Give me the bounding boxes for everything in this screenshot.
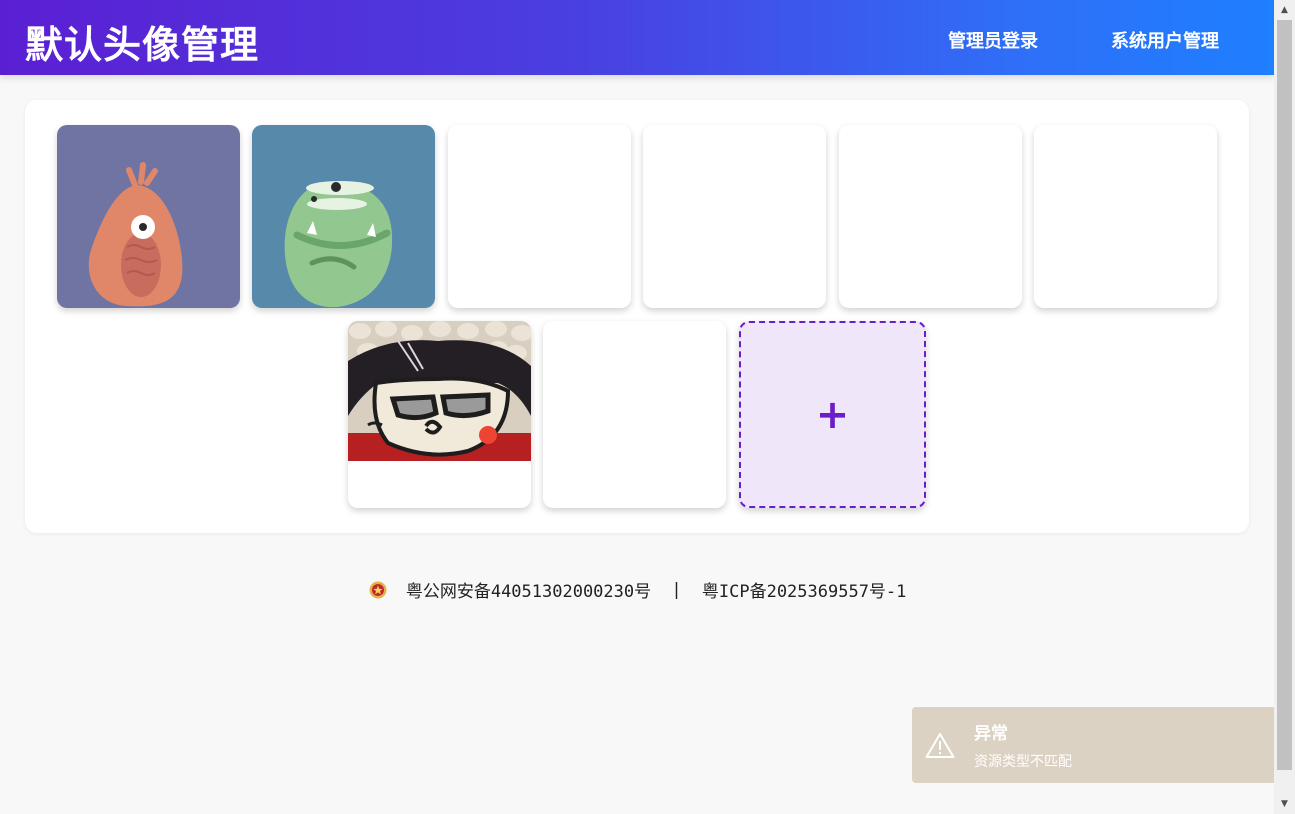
add-avatar-button[interactable]: +	[739, 321, 926, 508]
avatar-tile-5[interactable]	[839, 125, 1022, 308]
avatar-grid-card: +	[25, 100, 1249, 533]
error-toast[interactable]: 异常 资源类型不匹配	[912, 707, 1274, 783]
avatar-tile-8[interactable]	[543, 321, 726, 508]
nav-admin-login[interactable]: 管理员登录	[948, 27, 1038, 53]
toast-message: 资源类型不匹配	[974, 754, 1072, 770]
cartoon-face-avatar	[348, 321, 531, 461]
viewport: 默认头像管理 管理员登录 系统用户管理 + 粤公网安备4405130200023…	[0, 0, 1274, 814]
vertical-scrollbar[interactable]: ▲ ▼	[1274, 0, 1295, 814]
nav-system-user-management[interactable]: 系统用户管理	[1111, 27, 1219, 53]
police-badge-icon	[369, 581, 387, 598]
page-title: 默认头像管理	[25, 23, 260, 67]
avatar-tile-2[interactable]	[252, 125, 435, 308]
warning-triangle-icon	[925, 733, 955, 758]
icp-record-link[interactable]: 粤ICP备2025369557号-1	[702, 582, 907, 602]
avatar-tile-1[interactable]	[57, 125, 240, 308]
scroll-down-arrow-icon[interactable]: ▼	[1274, 794, 1295, 814]
police-record-link[interactable]: 粤公网安备44051302000230号	[406, 582, 651, 602]
green-monster-avatar	[252, 125, 435, 308]
avatar-tile-7[interactable]	[348, 321, 531, 508]
avatar-tile-6[interactable]	[1034, 125, 1217, 308]
plus-icon: +	[815, 391, 850, 438]
avatar-tile-4[interactable]	[643, 125, 826, 308]
toast-title: 异常	[974, 724, 1008, 744]
scroll-up-arrow-icon[interactable]: ▲	[1274, 0, 1295, 20]
top-header: 默认头像管理 管理员登录 系统用户管理	[0, 0, 1274, 75]
scroll-thumb[interactable]	[1277, 20, 1292, 770]
orange-monster-avatar	[57, 125, 240, 308]
footer-separator: |	[671, 579, 682, 600]
avatar-tile-3[interactable]	[448, 125, 631, 308]
footer: 粤公网安备44051302000230号 | 粤ICP备2025369557号-…	[0, 577, 1274, 602]
